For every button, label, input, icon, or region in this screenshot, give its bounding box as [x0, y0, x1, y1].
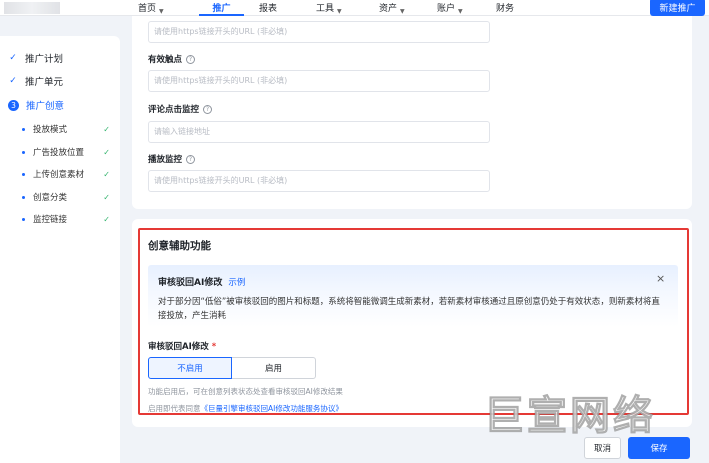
field-label-text: 播放监控: [148, 155, 183, 165]
cancel-button[interactable]: 取消: [584, 437, 621, 459]
agreement-text: 启用即代表同意《巨量引擎审核驳回AI修改功能服务协议》: [148, 403, 343, 414]
option-enable[interactable]: 启用: [232, 357, 316, 379]
field-label-comment-monitor: 评论点击监控 ?: [148, 103, 213, 115]
help-icon[interactable]: ?: [203, 104, 213, 114]
bullet-dot: [22, 127, 25, 131]
bullet-dot: [22, 150, 25, 154]
help-icon[interactable]: ?: [186, 154, 196, 164]
nav-account[interactable]: 账户 ▼: [407, 0, 465, 16]
substep-label: 投放模式: [33, 125, 68, 135]
field-label-text: 评论点击监控: [148, 105, 200, 115]
step-creative[interactable]: 3 推广创意: [8, 98, 64, 112]
nav-finance-label: 财务: [496, 4, 515, 14]
ai-modify-label-text: 审核驳回AI修改: [148, 342, 209, 352]
tip-title-text: 审核驳回AI修改: [158, 278, 223, 288]
field-label-effective-touch: 有效触点 ?: [148, 53, 196, 65]
section-title: 创意辅助功能: [148, 240, 211, 252]
close-icon[interactable]: ×: [656, 272, 665, 285]
logo: [4, 2, 60, 14]
example-link[interactable]: 示例: [228, 276, 245, 288]
main-nav: 首页 ▼ 推广 报表 工具 ▼ 资产 ▼ 账户 ▼ 财务: [138, 0, 525, 16]
watermark: 巨宣网络: [484, 393, 656, 440]
nav-assets[interactable]: 资产 ▼: [349, 0, 407, 16]
substep-upload-material[interactable]: 上传创意素材 ✓: [22, 168, 110, 180]
nav-promotion-label: 推广: [212, 4, 231, 14]
option-disable[interactable]: 不启用: [148, 357, 232, 379]
substep-label: 上传创意素材: [33, 170, 85, 180]
check-icon: ✓: [9, 76, 17, 86]
bullet-dot: [22, 195, 25, 199]
check-icon: ✓: [9, 53, 17, 63]
check-icon: ✓: [103, 124, 110, 134]
nav-tools-label: 工具: [316, 4, 335, 14]
nav-reports-label: 报表: [259, 4, 278, 14]
feature-hint: 功能启用后，可在创意列表状态处查看审核驳回AI修改结果: [148, 387, 343, 396]
substep-label: 监控链接: [33, 215, 68, 225]
play-monitor-input[interactable]: 请使用https链接开头的URL (非必填): [148, 170, 490, 192]
substep-label: 创意分类: [33, 193, 68, 203]
required-mark: *: [211, 342, 217, 352]
help-icon[interactable]: ?: [186, 54, 196, 64]
check-icon: ✓: [103, 214, 110, 224]
agreement-prefix: 启用即代表同意: [148, 404, 201, 413]
save-button[interactable]: 保存: [628, 437, 690, 459]
nav-home-label: 首页: [138, 4, 157, 14]
agreement-link[interactable]: 《巨量引擎审核驳回AI修改功能服务协议》: [201, 404, 343, 413]
check-icon: ✓: [103, 169, 110, 179]
comment-monitor-input[interactable]: 请输入链接地址: [148, 121, 490, 143]
nav-tools[interactable]: 工具 ▼: [291, 0, 349, 16]
effective-touch-input[interactable]: 请使用https链接开头的URL (非必填): [148, 70, 490, 92]
new-promotion-button[interactable]: 新建推广: [650, 0, 705, 16]
ai-modify-toggle: 不启用 启用: [148, 357, 316, 379]
bullet-dot: [22, 172, 25, 176]
substep-creative-category[interactable]: 创意分类 ✓: [22, 191, 110, 203]
step-label: 推广单元: [25, 77, 64, 88]
step-unit[interactable]: ✓ 推广单元: [8, 74, 63, 88]
substep-ad-placement[interactable]: 广告投放位置 ✓: [22, 146, 110, 158]
check-icon: ✓: [103, 192, 110, 202]
nav-finance[interactable]: 财务: [465, 0, 525, 16]
nav-reports[interactable]: 报表: [244, 0, 291, 16]
ai-modify-label: 审核驳回AI修改 *: [148, 340, 216, 352]
tip-description: 对于部分因“低俗”被审核驳回的图片和标题，系统将智能微调生成新素材，若新素材审核…: [158, 297, 660, 321]
field-label-play-monitor: 播放监控 ?: [148, 153, 196, 165]
top-navbar: 首页 ▼ 推广 报表 工具 ▼ 资产 ▼ 账户 ▼ 财务 新建推广: [0, 0, 709, 16]
nav-assets-label: 资产: [379, 4, 398, 14]
step-label: 推广计划: [25, 54, 64, 65]
step-campaign[interactable]: ✓ 推广计划: [8, 51, 63, 65]
step-number-badge: 3: [8, 99, 19, 111]
substep-monitor-link[interactable]: 监控链接 ✓: [22, 213, 110, 225]
field-label-text: 有效触点: [148, 55, 183, 65]
check-icon: ✓: [103, 147, 110, 157]
nav-account-label: 账户: [437, 4, 456, 14]
nav-home[interactable]: 首页 ▼: [138, 0, 205, 16]
tip-title: 审核驳回AI修改 示例: [158, 275, 245, 288]
nav-promotion[interactable]: 推广: [199, 0, 244, 16]
bullet-dot: [22, 217, 25, 221]
url-input-top[interactable]: 请使用https链接开头的URL (非必填): [148, 21, 490, 43]
substep-label: 广告投放位置: [33, 148, 85, 158]
step-label: 推广创意: [26, 101, 65, 112]
substep-delivery-mode[interactable]: 投放模式 ✓: [22, 123, 110, 135]
